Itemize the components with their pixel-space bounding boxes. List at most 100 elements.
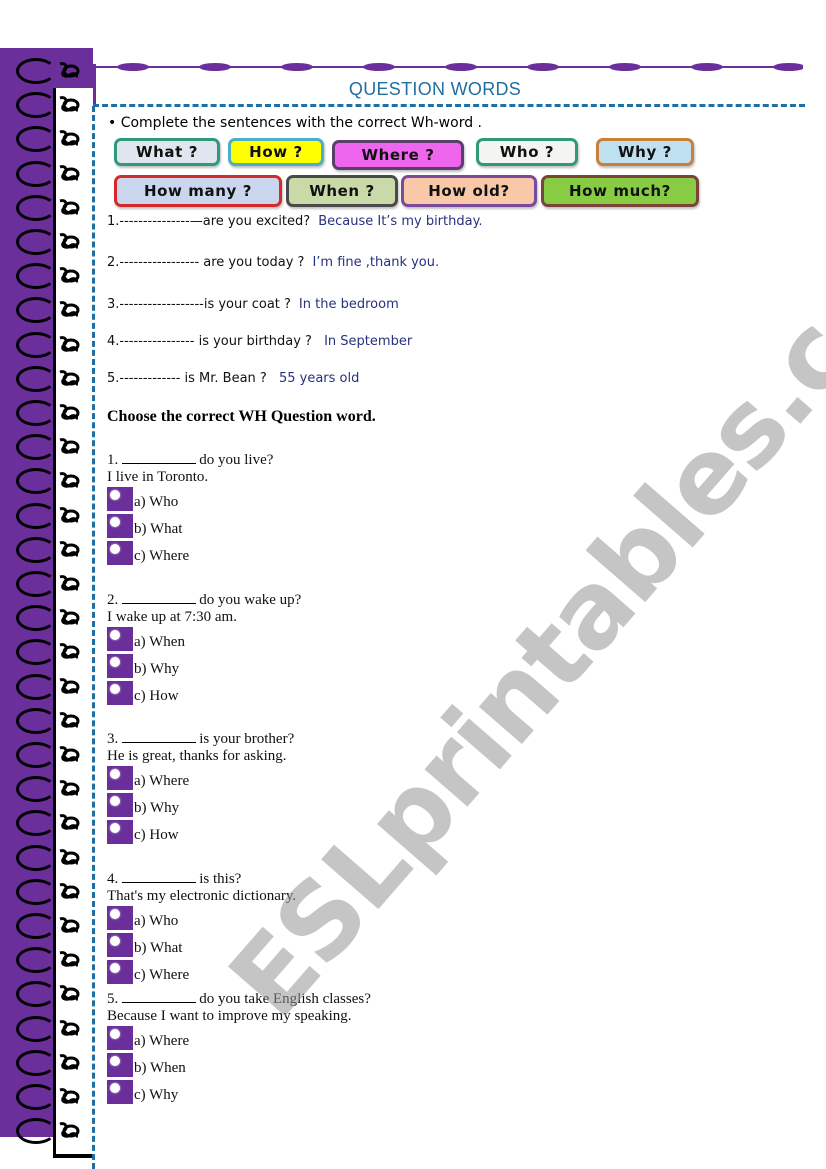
spiral-ring [16, 365, 56, 392]
question-number: 2. [107, 592, 119, 608]
answer-blank[interactable] [122, 729, 197, 743]
word-chip-when: When ? [286, 175, 398, 207]
spiral-hook-icon [58, 814, 80, 831]
option-row[interactable]: c) How [107, 820, 294, 847]
answer-blank[interactable] [122, 450, 197, 464]
spiral-hook-icon [58, 472, 80, 489]
option-row[interactable]: c) How [107, 681, 301, 708]
radio-button[interactable] [107, 514, 133, 538]
question-text: is your brother? [199, 731, 295, 747]
answer-blank[interactable] [122, 989, 197, 1003]
spiral-ring [16, 194, 56, 221]
option-row[interactable]: b) Why [107, 654, 301, 681]
spiral-hook-icon [58, 369, 80, 386]
radio-button[interactable] [107, 487, 133, 511]
chain-link [527, 63, 559, 71]
spiral-ring [16, 229, 56, 255]
answer-blank[interactable] [122, 869, 197, 883]
radio-button[interactable] [107, 793, 133, 817]
radio-circle-icon [110, 963, 120, 973]
option-label: b) When [134, 1060, 186, 1076]
option-label: c) How [134, 827, 179, 843]
radio-button[interactable] [107, 933, 133, 957]
spiral-ring [16, 673, 56, 700]
spiral-ring [16, 913, 56, 939]
answer-blank[interactable] [122, 590, 197, 604]
option-row[interactable]: a) Where [107, 1026, 371, 1053]
sentence-answer: Because It’s my birthday. [318, 214, 483, 229]
option-label: a) Who [134, 494, 179, 510]
spiral-ring [16, 502, 56, 529]
spiral-ring [16, 400, 56, 426]
radio-button[interactable] [107, 1080, 133, 1104]
radio-button[interactable] [107, 681, 133, 705]
mc-question: 3. is your brother? He is great, thanks fo… [107, 729, 294, 847]
option-row[interactable]: c) Where [107, 960, 296, 987]
spiral-hook-icon [58, 882, 80, 899]
option-row[interactable]: b) Why [107, 793, 294, 820]
option-label: b) Why [134, 800, 180, 816]
sentence-row: 5.------------- is Mr. Bean ? 55 years o… [107, 371, 359, 386]
radio-circle-icon [110, 630, 120, 640]
radio-button[interactable] [107, 654, 133, 678]
word-bank: What ? How ? Where ? Who ? Why ? How man… [114, 138, 714, 210]
option-row[interactable]: c) Where [107, 541, 273, 568]
word-chip-what: What ? [114, 138, 220, 166]
option-row[interactable]: b) When [107, 1053, 371, 1080]
question-line: 5. do you take English classes? [107, 989, 371, 1007]
spiral-hook-icon [58, 677, 80, 694]
spiral-hook-icon [58, 917, 80, 933]
radio-circle-icon [110, 1029, 120, 1039]
question-number: 4. [107, 871, 119, 887]
spiral-ring [16, 742, 56, 768]
sentence-prompt: 4.---------------- is your birthday ? [107, 334, 312, 349]
answer-line: I live in Toronto. [107, 469, 209, 485]
word-chip-why: Why ? [596, 138, 694, 166]
option-label: a) Where [134, 773, 190, 789]
chain-link [773, 63, 803, 71]
answer-line: I wake up at 7:30 am. [107, 609, 237, 625]
sentence-prompt: 2.----------------- are you today ? [107, 255, 305, 270]
radio-button[interactable] [107, 960, 133, 984]
option-label: b) Why [134, 661, 180, 677]
radio-button[interactable] [107, 1026, 133, 1050]
option-row[interactable]: a) Who [107, 906, 296, 933]
question-text: do you live? [199, 452, 274, 468]
spiral-hook-icon [58, 233, 80, 249]
option-label: c) Why [134, 1087, 179, 1103]
word-chip-how-old: How old? [401, 175, 537, 207]
sentence-prompt: 1.---------------—are you excited? [107, 214, 311, 229]
instruction-part1: • Complete the sentences with the correc… [108, 115, 482, 131]
option-row[interactable]: a) Where [107, 766, 294, 793]
sentence-prompt: 3.------------------is your coat ? [107, 297, 291, 312]
option-row[interactable]: b) What [107, 933, 296, 960]
spiral-hook-icon [58, 267, 80, 284]
radio-button[interactable] [107, 906, 133, 930]
spiral-hook-icon [58, 1088, 80, 1104]
spiral-ring [16, 707, 56, 734]
option-row[interactable]: b) What [107, 514, 273, 541]
spiral-hook-icon [58, 335, 80, 352]
option-label: b) What [134, 940, 183, 956]
spiral-binding [0, 48, 93, 1158]
spiral-ring [16, 297, 56, 324]
spiral-hook-icon [58, 96, 80, 113]
sentence-row: 3.------------------is your coat ? In the… [107, 297, 399, 312]
radio-button[interactable] [107, 766, 133, 790]
option-label: a) Where [134, 1033, 190, 1049]
radio-circle-icon [110, 909, 120, 919]
radio-button[interactable] [107, 820, 133, 844]
word-chip-how: How ? [228, 138, 324, 166]
question-number: 3. [107, 731, 119, 747]
sentence-row: 2.----------------- are you today ? I’m f… [107, 255, 439, 270]
radio-button[interactable] [107, 1053, 133, 1077]
radio-button[interactable] [107, 541, 133, 565]
chain-link [691, 63, 723, 71]
spiral-ring [16, 844, 56, 871]
dashed-divider-horizontal [93, 104, 805, 107]
option-row[interactable]: c) Why [107, 1080, 371, 1107]
option-row[interactable]: a) Who [107, 487, 273, 514]
spiral-hook-icon [58, 540, 80, 557]
option-row[interactable]: a) When [107, 627, 301, 654]
radio-button[interactable] [107, 627, 133, 651]
